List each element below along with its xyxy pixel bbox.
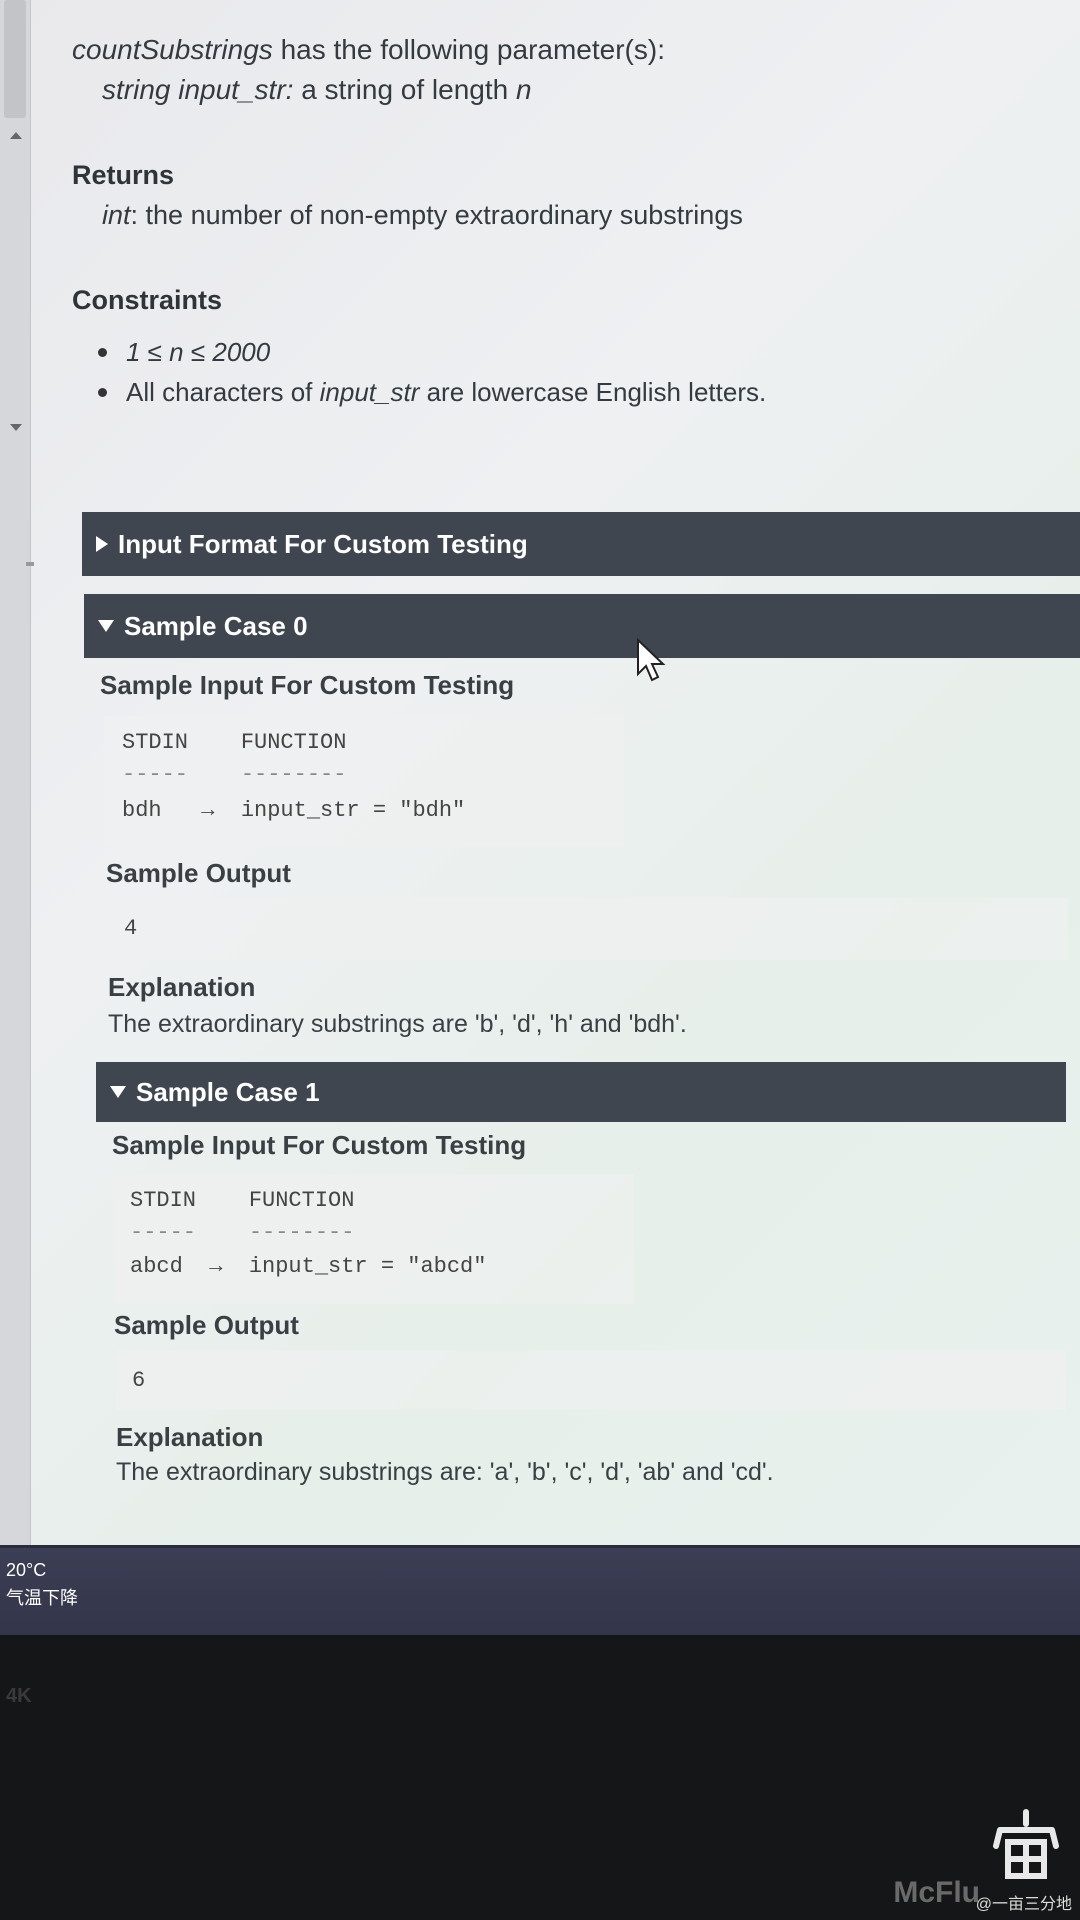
parameter-type-name: string input_str: [102,74,294,105]
collapse-icon [110,1086,126,1098]
constraint-item: 1 ≤ n ≤ 2000 [98,332,1080,372]
browser-page: countSubstrings has the following parame… [0,0,1080,1545]
taskbar: 20°C 气温下降 [0,1545,1080,1638]
sample-case-0-toggle[interactable]: Sample Case 0 [84,594,1080,658]
constraint-item: All characters of input_str are lowercas… [98,372,1080,412]
code-line: ----- -------- [130,1220,355,1245]
returns-line: int: the number of non-empty extraordina… [72,195,1080,235]
collapse-icon [98,620,114,632]
code-line: ----- -------- [122,762,347,787]
watermark-text: @一亩三分地 [975,1896,1072,1913]
watermark-seal-icon [993,1809,1059,1879]
case1-output-heading: Sample Output [114,1310,299,1340]
returns-desc: : the number of non-empty extraordinary … [130,200,743,230]
case0-input-code: STDIN FUNCTION ----- -------- bdh → inpu… [104,716,624,846]
returns-heading: Returns [72,160,175,190]
parameters-heading-text: has the following parameter(s): [272,34,665,65]
case1-input-heading: Sample Input For Custom Testing [112,1130,527,1160]
parameter-desc: a string of length [293,74,516,105]
case1-explanation-heading: Explanation [116,1422,264,1452]
constraints-list: 1 ≤ n ≤ 2000 All characters of input_str… [72,332,1080,412]
mouse-cursor-icon [637,638,666,682]
case0-output-heading: Sample Output [106,858,291,888]
sample-case-1-toggle[interactable]: Sample Case 1 [96,1062,1066,1122]
scrollbar-thumb[interactable] [4,0,26,118]
sample-case-1-title: Sample Case 1 [136,1076,320,1107]
returns-type: int [102,200,131,230]
output-value: 6 [132,1368,146,1393]
constraint-text: 1 ≤ n ≤ 2000 [126,337,271,367]
constraints-heading: Constraints [72,285,223,315]
case1-input-code: STDIN FUNCTION ----- -------- abcd → inp… [114,1174,634,1304]
case0-output-code: 4 [108,898,1068,960]
code-line: STDIN FUNCTION [122,730,347,755]
case0-input-heading: Sample Input For Custom Testing [100,670,515,700]
weather-temperature[interactable]: 20°C [6,1560,46,1581]
parameters-heading: countSubstrings has the following parame… [72,30,1080,70]
scroll-up-icon[interactable] [10,132,22,139]
scrollbar[interactable] [0,0,34,1545]
monitor-brand: McFlu [893,1876,980,1909]
case1-explanation: The extraordinary substrings are: 'a', '… [116,1458,774,1486]
input-format-toggle[interactable]: Input Format For Custom Testing [82,512,1080,576]
code-line: bdh → input_str = "bdh" [122,798,466,823]
monitor-label: 4K [6,1685,32,1707]
constraint-text: All characters of [126,377,320,407]
expand-icon [96,536,108,552]
sample-case-0-title: Sample Case 0 [124,610,308,641]
constraint-var: input_str [319,377,420,407]
input-format-title: Input Format For Custom Testing [118,528,528,559]
constraint-text: are lowercase English letters. [419,377,767,407]
scroll-down-icon[interactable] [10,424,22,431]
weather-condition[interactable]: 气温下降 [6,1584,78,1610]
function-name: countSubstrings [72,34,273,65]
monitor-bezel: 4K McFlu @一亩三分地 [0,1635,1080,1920]
case0-explanation: The extraordinary substrings are 'b', 'd… [108,1010,687,1038]
code-line: STDIN FUNCTION [130,1188,355,1213]
problem-description: countSubstrings has the following parame… [72,30,1080,412]
output-value: 4 [124,916,138,941]
case1-output-code: 6 [116,1350,1066,1410]
case0-explanation-heading: Explanation [108,972,256,1002]
code-line: abcd → input_str = "abcd" [130,1254,487,1279]
parameter-line: string input_str: a string of length n [72,70,1080,110]
divider-handle[interactable] [26,562,34,566]
parameter-var: n [516,74,532,105]
